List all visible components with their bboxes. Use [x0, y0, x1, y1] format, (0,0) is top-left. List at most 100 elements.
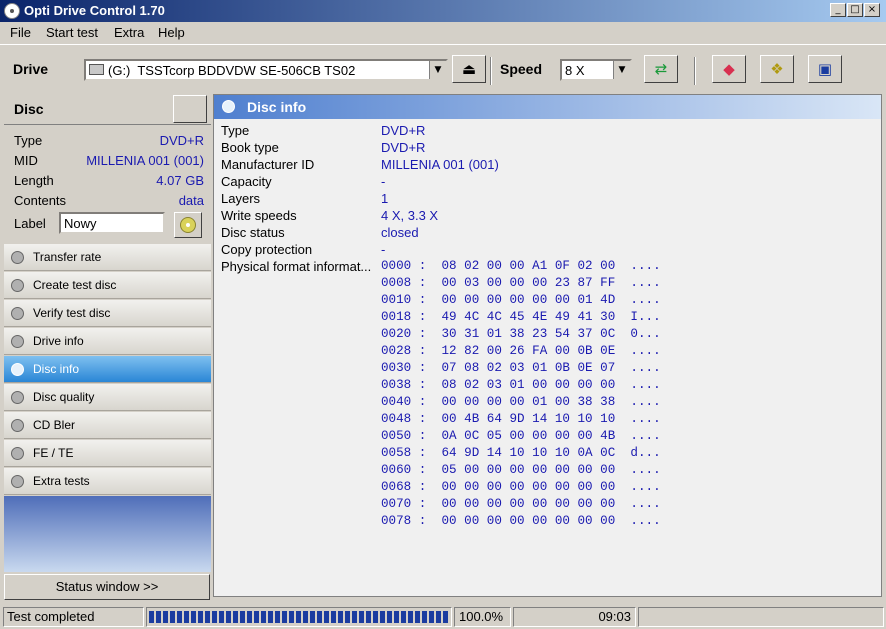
disc-row-key: Type — [14, 133, 43, 148]
nav-item-verify-test-disc[interactable]: Verify test disc — [4, 300, 211, 327]
hex-line: 0000 : 08 02 00 00 A1 0F 02 00 .... — [381, 259, 661, 273]
eraser-icon: ◆ — [723, 60, 735, 78]
save-icon: ▣ — [817, 60, 833, 78]
toolbar: Drive (G:) TSSTcorp BDDVDW SE-506CB TS02… — [0, 44, 886, 93]
hex-line: 0038 : 08 02 03 01 00 00 00 00 .... — [381, 378, 661, 392]
hex-line: 0040 : 00 00 00 00 01 00 38 38 .... — [381, 395, 661, 409]
disc-row-type: Type DVD+R — [14, 133, 204, 151]
window-title: Opti Drive Control 1.70 — [24, 3, 165, 18]
nav-item-disc-info[interactable]: Disc info — [4, 356, 211, 383]
app-icon — [4, 3, 20, 19]
info-value: MILLENIA 001 (001) — [381, 157, 499, 172]
nav-item-disc-quality[interactable]: Disc quality — [4, 384, 211, 411]
elapsed-time: 09:03 — [513, 607, 636, 627]
info-key: Capacity — [221, 174, 272, 189]
nav-item-label: Extra tests — [33, 474, 90, 488]
status-pane-empty — [638, 607, 884, 627]
refresh-button[interactable]: ⇄ — [644, 55, 678, 83]
panel-header: Disc info — [214, 95, 881, 119]
info-value: - — [381, 174, 386, 189]
disc-panel-button[interactable] — [173, 95, 207, 123]
close-button[interactable]: × — [864, 3, 880, 17]
info-value: DVD+R — [381, 123, 426, 138]
toolbar-separator — [694, 57, 696, 85]
menu-bar: File Start test Extra Help — [0, 22, 886, 42]
disc-icon — [11, 251, 24, 264]
hex-line: 0078 : 00 00 00 00 00 00 00 00 .... — [381, 514, 661, 528]
menu-help[interactable]: Help — [158, 25, 185, 40]
menu-extra[interactable]: Extra — [114, 25, 144, 40]
disc-icon — [11, 475, 24, 488]
disc-icon — [11, 419, 24, 432]
disc-row-mid: MID MILLENIA 001 (001) — [14, 153, 204, 171]
disc-title: Disc — [14, 101, 44, 117]
eject-button[interactable]: ⏏ — [452, 55, 486, 83]
disc-icon — [11, 279, 24, 292]
minimize-button[interactable]: _ — [830, 3, 846, 17]
nav-item-label: CD Bler — [33, 418, 76, 432]
info-value: 1 — [381, 191, 389, 206]
disc-icon — [11, 363, 24, 376]
drive-select[interactable]: (G:) TSSTcorp BDDVDW SE-506CB TS02 ▼ — [84, 59, 448, 81]
hex-line: 0008 : 00 03 00 00 00 23 87 FF .... — [381, 276, 661, 290]
left-panel: Disc Type DVD+R MID MILLENIA 001 (001) L… — [4, 94, 211, 572]
disc-icon — [11, 307, 24, 320]
nav-item-extra-tests[interactable]: Extra tests — [4, 468, 211, 495]
disc-row-length: Length 4.07 GB — [14, 173, 204, 191]
nav-item-label: FE / TE — [33, 446, 74, 460]
nav-item-label: Create test disc — [33, 278, 117, 292]
hex-line: 0020 : 30 31 01 38 23 54 37 0C 0... — [381, 327, 661, 341]
chevron-down-icon[interactable]: ▼ — [429, 61, 446, 79]
disc-icon — [11, 335, 24, 348]
copy-button[interactable]: ❖ — [760, 55, 794, 83]
menu-file[interactable]: File — [10, 25, 31, 40]
cd-icon — [180, 217, 196, 233]
nav-item-create-test-disc[interactable]: Create test disc — [4, 272, 211, 299]
disc-row-key: Length — [14, 173, 54, 188]
progress-fill — [149, 611, 449, 623]
disc-info-panel: Disc info Type DVD+R Book type DVD+R Manuf… — [213, 94, 882, 597]
drive-label: Drive — [13, 61, 49, 77]
info-value: DVD+R — [381, 140, 426, 155]
erase-button[interactable]: ◆ — [712, 55, 746, 83]
nav-item-drive-info[interactable]: Drive info — [4, 328, 211, 355]
status-window-button[interactable]: Status window >> — [4, 574, 210, 600]
status-bar: Test completed 100.0% 09:03 — [0, 605, 886, 629]
info-value: 4 X, 3.3 X — [381, 208, 439, 223]
disc-summary: Disc Type DVD+R MID MILLENIA 001 (001) L… — [4, 94, 211, 244]
speed-select[interactable]: 8 X ▼ — [560, 59, 632, 81]
nav-item-label: Disc quality — [33, 390, 95, 404]
progress-percent: 100.0% — [454, 607, 511, 627]
nav-item-fe-te[interactable]: FE / TE — [4, 440, 211, 467]
progress-bar — [146, 607, 452, 627]
write-label-button[interactable] — [174, 212, 202, 238]
disc-row-value: data — [178, 193, 204, 208]
chevron-down-icon[interactable]: ▼ — [613, 61, 630, 79]
disc-info-area: Type DVD+R Book type DVD+R Manufacturer ID… — [217, 121, 877, 593]
disc-row-key: MID — [14, 153, 38, 168]
save-button[interactable]: ▣ — [808, 55, 842, 83]
info-key: Physical format informat... — [221, 259, 372, 274]
disc-icon — [11, 447, 24, 460]
nav-item-cd-bler[interactable]: CD Bler — [4, 412, 211, 439]
disc-header: Disc — [4, 94, 211, 125]
menu-start-test[interactable]: Start test — [46, 25, 98, 40]
hex-line: 0060 : 05 00 00 00 00 00 00 00 .... — [381, 463, 661, 477]
disc-icon — [11, 391, 24, 404]
nav-item-label: Transfer rate — [33, 250, 102, 264]
speed-label: Speed — [500, 61, 543, 77]
maximize-button[interactable]: □ — [847, 3, 863, 17]
label-input[interactable]: Nowy — [59, 212, 165, 234]
info-key: Book type — [221, 140, 279, 155]
hex-line: 0010 : 00 00 00 00 00 00 01 4D .... — [381, 293, 661, 307]
label-caption: Label — [14, 216, 46, 231]
toolbar-separator — [490, 57, 492, 85]
info-value: closed — [381, 225, 419, 240]
eject-icon: ⏏ — [461, 60, 477, 78]
refresh-icon: ⇄ — [654, 60, 668, 78]
info-key: Type — [221, 123, 250, 138]
nav-item-transfer-rate[interactable]: Transfer rate — [4, 244, 211, 271]
drive-select-value: (G:) TSSTcorp BDDVDW SE-506CB TS02 — [108, 63, 356, 78]
hex-line: 0018 : 49 4C 4C 45 4E 49 41 30 I... — [381, 310, 661, 324]
info-key: Disc status — [221, 225, 285, 240]
